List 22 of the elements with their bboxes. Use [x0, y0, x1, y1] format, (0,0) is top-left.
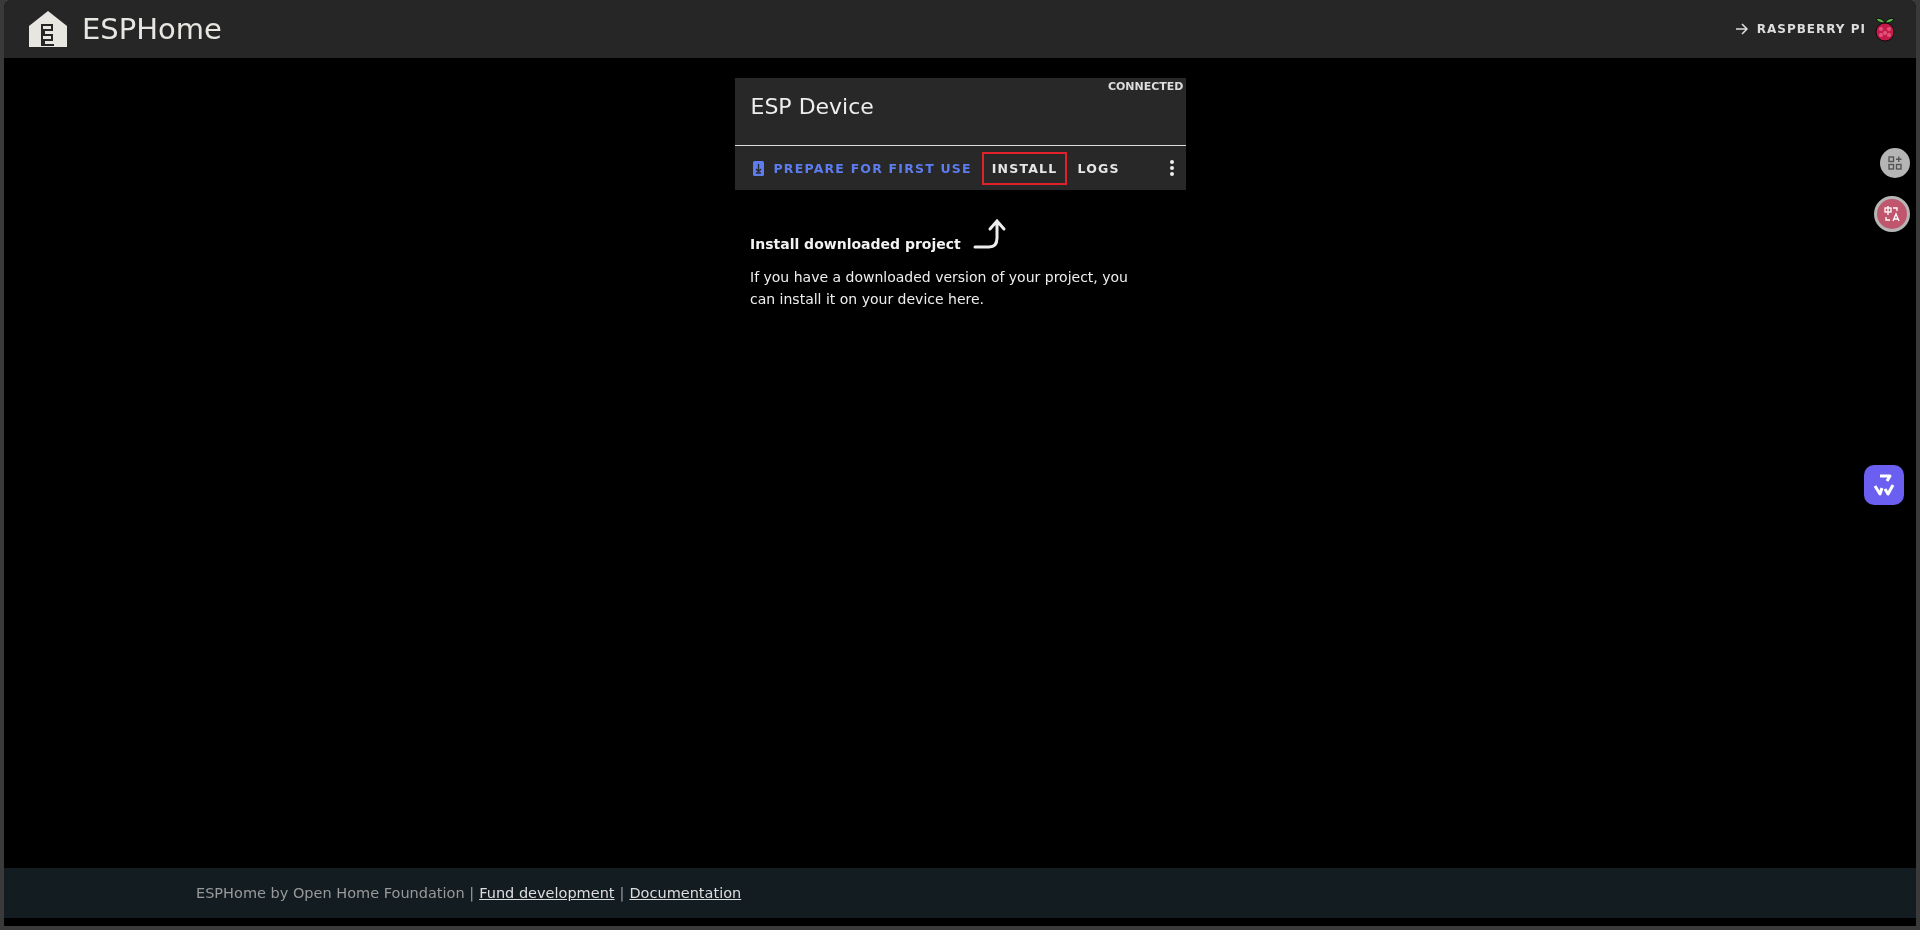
translate-button[interactable] [1874, 196, 1910, 232]
card-action-button[interactable]: LOGS [1067, 151, 1130, 185]
hint-text: If you have a downloaded version of your project, you can install it on your device here. [750, 268, 1129, 309]
hint-title: Install downloaded project [750, 236, 961, 252]
footer-credit: ESPHome by Open Home Foundation | [196, 885, 475, 901]
footer-link[interactable]: Fund development [479, 885, 615, 901]
card-action-button[interactable]: INSTALL [981, 151, 1068, 185]
house-logo-icon [28, 10, 68, 48]
app-title: ESPHome [82, 12, 222, 46]
card-action-button[interactable]: PREPARE FOR FIRST USE [742, 151, 982, 185]
footer-link[interactable]: Documentation [629, 885, 742, 901]
translate-icon [1884, 206, 1900, 222]
assistant-button[interactable] [1864, 465, 1904, 505]
arrow-right-icon [1734, 23, 1749, 35]
more-vertical-icon [1169, 160, 1174, 176]
apps-button[interactable] [1880, 148, 1910, 178]
raspberry-pi-link[interactable]: RASPBERRY PI [1734, 16, 1896, 42]
footer-separator: | [619, 885, 625, 901]
apps-add-icon [1888, 156, 1902, 170]
download-device-icon [752, 160, 764, 176]
connection-status: CONNECTED [1107, 80, 1184, 93]
raspberry-icon [1874, 16, 1896, 42]
